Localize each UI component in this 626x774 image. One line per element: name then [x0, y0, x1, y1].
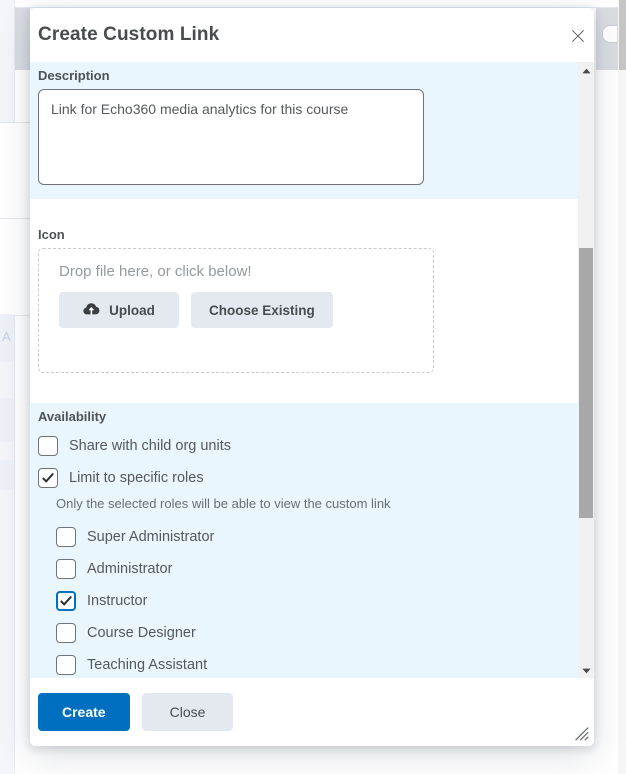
dialog-footer: Create Close [30, 678, 594, 746]
role-row-administrator[interactable]: Administrator [38, 553, 570, 585]
close-button[interactable] [564, 22, 592, 50]
scrollbar-down-button[interactable] [578, 662, 594, 678]
role-row-instructor[interactable]: Instructor [38, 585, 570, 617]
dialog-body-wrapper: Description Icon Drop file here, or clic… [30, 62, 594, 678]
description-label: Description [38, 68, 110, 83]
role-label-course-designer: Course Designer [87, 625, 196, 641]
close-footer-button[interactable]: Close [141, 693, 234, 731]
availability-section: Availability Share with child org units [30, 403, 578, 678]
role-checkbox-instructor[interactable] [56, 591, 76, 611]
resize-grip-icon[interactable] [574, 726, 590, 742]
upload-button-label: Upload [109, 302, 155, 318]
scrollbar-up-button[interactable] [578, 62, 594, 78]
scroll-down-arrow-icon [581, 661, 591, 679]
role-row-course-designer[interactable]: Course Designer [38, 617, 570, 649]
dropzone-instruction-text: Drop file here, or click below! [59, 263, 252, 280]
icon-label: Icon [38, 227, 65, 242]
limit-to-specific-roles-label: Limit to specific roles [69, 470, 204, 486]
share-with-child-org-units-checkbox[interactable] [38, 436, 58, 456]
role-label-administrator: Administrator [87, 561, 173, 577]
page-scrollbar-thumb[interactable] [619, 0, 626, 70]
role-row-super-administrator[interactable]: Super Administrator [38, 521, 570, 553]
limit-to-specific-roles-checkbox[interactable] [38, 468, 58, 488]
dropzone-actions: Upload Choose Existing [59, 292, 413, 328]
upload-button[interactable]: Upload [59, 292, 179, 328]
background-left-rail [0, 0, 15, 774]
choose-existing-button[interactable]: Choose Existing [191, 292, 333, 328]
description-section: Description [30, 62, 578, 199]
create-custom-link-dialog: Create Custom Link Description Icon [30, 8, 594, 746]
background-ghost-text: A [2, 330, 11, 344]
dialog-title: Create Custom Link [38, 24, 220, 45]
page-scrollbar[interactable] [618, 0, 626, 774]
share-with-child-org-units-row[interactable]: Share with child org units [38, 430, 570, 462]
close-icon [570, 28, 586, 44]
background-side-tab [602, 25, 617, 43]
checkmark-icon [42, 472, 54, 483]
background-row [0, 218, 30, 316]
role-label-instructor: Instructor [87, 593, 148, 609]
icon-section: Icon Drop file here, or click below! Upl… [30, 221, 578, 403]
background-row [0, 122, 30, 220]
role-checkbox-administrator[interactable] [56, 559, 76, 579]
share-with-child-org-units-label: Share with child org units [69, 438, 231, 454]
availability-label: Availability [38, 409, 107, 424]
icon-dropzone[interactable]: Drop file here, or click below! Upload C… [38, 248, 434, 373]
scrollbar-thumb[interactable] [579, 248, 593, 518]
roles-helper-text: Only the selected roles will be able to … [56, 496, 391, 511]
create-button[interactable]: Create [38, 693, 130, 731]
role-row-teaching-assistant[interactable]: Teaching Assistant [38, 649, 570, 678]
description-input[interactable] [38, 89, 424, 185]
checkmark-icon [60, 595, 72, 606]
cloud-upload-icon [83, 302, 100, 319]
dialog-header: Create Custom Link [30, 8, 594, 62]
dialog-scrollbar[interactable] [578, 62, 594, 678]
section-gap [30, 199, 578, 221]
background-row-shaded [0, 398, 14, 442]
role-label-teaching-assistant: Teaching Assistant [87, 657, 208, 673]
role-checkbox-course-designer[interactable] [56, 623, 76, 643]
scroll-up-arrow-icon [581, 61, 591, 79]
choose-existing-button-label: Choose Existing [209, 302, 315, 318]
role-checkbox-super-administrator[interactable] [56, 527, 76, 547]
role-label-super-administrator: Super Administrator [87, 529, 215, 545]
limit-to-specific-roles-row[interactable]: Limit to specific roles [38, 462, 570, 494]
dialog-scroll-body: Description Icon Drop file here, or clic… [30, 62, 578, 678]
role-checkbox-teaching-assistant[interactable] [56, 655, 76, 675]
background-row-shaded [0, 460, 14, 490]
